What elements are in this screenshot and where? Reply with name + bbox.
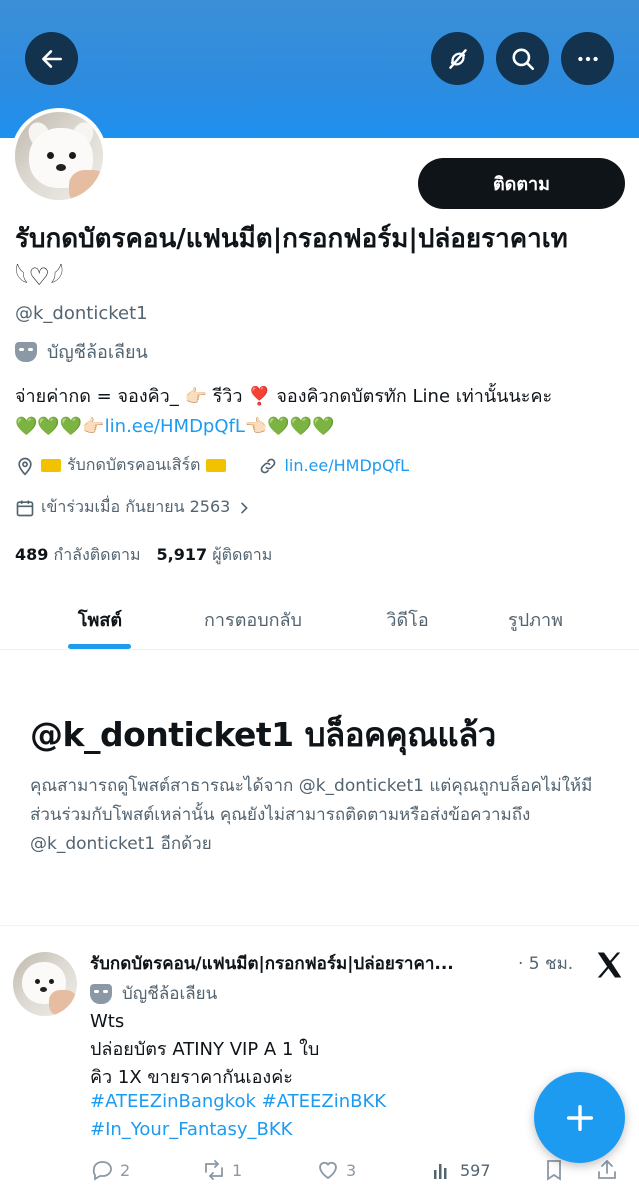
blocked-handle: @k_donticket1 bbox=[30, 715, 294, 754]
hashtags-line-1[interactable]: #ATEEZinBangkok #ATEEZinBKK bbox=[90, 1088, 610, 1116]
like-button[interactable]: 3 bbox=[316, 1158, 356, 1182]
active-tab-indicator bbox=[68, 644, 131, 649]
tab-videos[interactable]: วิดีโอ bbox=[350, 590, 465, 649]
tab-replies[interactable]: การตอบกลับ bbox=[178, 590, 328, 649]
bio-line-1: จ่ายค่ากด = จองคิว_ 👉🏻 รีวิว ❣️ จองคิวกด… bbox=[15, 386, 553, 407]
hashtags-line-2[interactable]: #In_Your_Fantasy_BKK bbox=[90, 1116, 610, 1144]
share-button[interactable] bbox=[595, 1158, 619, 1182]
bio-line-2: 💚💚💚👉🏻lin.ee/HMDpQfL👈🏻💚💚💚 bbox=[15, 412, 627, 442]
translate-off-button[interactable] bbox=[431, 32, 484, 85]
following-count: 489 bbox=[15, 545, 49, 564]
profile-meta-row: รับกดบัตรคอนเสิร์ต lin.ee/HMDpQfL bbox=[15, 453, 409, 478]
repost-icon bbox=[205, 1160, 223, 1180]
mask-icon bbox=[15, 341, 37, 362]
joined-row[interactable]: เข้าร่วมเมื่อ กันยายน 2563 bbox=[15, 495, 252, 520]
chevron-right-icon bbox=[241, 502, 249, 513]
location-icon bbox=[18, 457, 32, 476]
parody-label: บัญชีล้อเลียน bbox=[15, 337, 148, 366]
arrow-left-icon bbox=[41, 49, 62, 68]
post-hashtags: #ATEEZinBangkok #ATEEZinBKK #In_Your_Fan… bbox=[90, 1088, 610, 1144]
following-stat[interactable]: 489 กำลังติดตาม bbox=[15, 543, 141, 568]
follow-stats: 489 กำลังติดตาม 5,917 ผู้ติดตาม bbox=[15, 543, 272, 568]
reply-count: 2 bbox=[120, 1160, 131, 1180]
profile-tabs: โพสต์ การตอบกลับ วิดีโอ รูปภาพ bbox=[0, 590, 639, 650]
tab-photos[interactable]: รูปภาพ bbox=[478, 590, 593, 649]
reply-icon bbox=[92, 1161, 112, 1181]
bio-emoji-suffix: 👈🏻💚💚💚 bbox=[244, 416, 335, 437]
parody-text: บัญชีล้อเลียน bbox=[47, 342, 148, 363]
divider bbox=[0, 925, 639, 926]
following-label: กำลังติดตาม bbox=[53, 545, 141, 564]
plus-icon bbox=[566, 1104, 593, 1131]
views-icon bbox=[434, 1164, 447, 1179]
repost-button[interactable]: 1 bbox=[202, 1158, 242, 1182]
views-button[interactable]: 597 bbox=[430, 1158, 491, 1182]
views-count: 597 bbox=[460, 1160, 491, 1180]
tab-posts[interactable]: โพสต์ bbox=[40, 590, 160, 649]
followers-count: 5,917 bbox=[156, 545, 208, 564]
heart-icon bbox=[319, 1161, 337, 1180]
profile-bio: จ่ายค่ากด = จองคิว_ 👉🏻 รีวิว ❣️ จองคิวกด… bbox=[15, 382, 627, 442]
bottom-fade bbox=[0, 1185, 639, 1200]
ticket-icon bbox=[206, 459, 227, 472]
compose-post-button[interactable] bbox=[534, 1072, 625, 1163]
like-count: 3 bbox=[346, 1160, 357, 1180]
display-name-emoji: 𓆩♡𓆪 bbox=[15, 263, 64, 291]
repost-count: 1 bbox=[232, 1160, 243, 1180]
translate-off-icon bbox=[448, 48, 467, 69]
joined-text: เข้าร่วมเมื่อ กันยายน 2563 bbox=[41, 497, 231, 516]
profile-handle: @k_donticket1 bbox=[15, 303, 148, 324]
post-time[interactable]: · 5 ชม. bbox=[518, 950, 573, 977]
post-text: Wts ปล่อยบัตร ATINY VIP A 1 ใบ คิว 1X ขา… bbox=[90, 1011, 320, 1088]
bio-emoji-prefix: 💚💚💚👉🏻 bbox=[15, 416, 105, 437]
profile-avatar[interactable] bbox=[11, 108, 107, 204]
bio-link[interactable]: lin.ee/HMDpQfL bbox=[105, 416, 245, 437]
search-button[interactable] bbox=[496, 32, 549, 85]
x-logo-icon bbox=[597, 952, 622, 978]
post-parody-label: บัญชีล้อเลียน bbox=[90, 980, 217, 1007]
more-horizontal-icon bbox=[577, 56, 598, 61]
follow-button[interactable]: ติดตาม bbox=[418, 158, 625, 209]
search-icon bbox=[511, 47, 534, 70]
back-button[interactable] bbox=[25, 32, 78, 85]
followers-stat[interactable]: 5,917 ผู้ติดตาม bbox=[157, 543, 273, 568]
blocked-title: @k_donticket1 บล็อคคุณแล้ว bbox=[30, 708, 496, 761]
link-icon bbox=[261, 458, 276, 473]
bookmark-icon bbox=[547, 1160, 561, 1181]
reply-button[interactable]: 2 bbox=[90, 1158, 130, 1182]
post-author-name[interactable]: รับกดบัตรคอน/แฟนมีต|กรอกฟอร์ม|ปล่อยราคา.… bbox=[90, 950, 518, 977]
mask-icon bbox=[90, 983, 112, 1004]
more-button[interactable] bbox=[561, 32, 614, 85]
blocked-suffix: บล็อคคุณแล้ว bbox=[304, 715, 497, 754]
bookmark-button[interactable] bbox=[542, 1158, 566, 1182]
website-link[interactable]: lin.ee/HMDpQfL bbox=[284, 456, 409, 475]
ticket-icon bbox=[41, 459, 61, 472]
display-name: รับกดบัตรคอน/แฟนมีต|กรอกฟอร์ม|ปล่อยราคาเ… bbox=[15, 220, 615, 296]
calendar-icon bbox=[16, 500, 34, 516]
location-text: รับกดบัตรคอนเสิร์ต bbox=[67, 455, 201, 474]
post-avatar[interactable] bbox=[13, 952, 77, 1016]
share-icon bbox=[598, 1159, 616, 1179]
followers-label: ผู้ติดตาม bbox=[212, 545, 273, 564]
blocked-description: คุณสามารถดูโพสต์สาธารณะได้จาก @k_dontick… bbox=[30, 776, 593, 854]
display-name-text: รับกดบัตรคอน/แฟนมีต|กรอกฟอร์ม|ปล่อยราคาเ… bbox=[15, 224, 568, 254]
post-parody-text: บัญชีล้อเลียน bbox=[122, 984, 218, 1004]
